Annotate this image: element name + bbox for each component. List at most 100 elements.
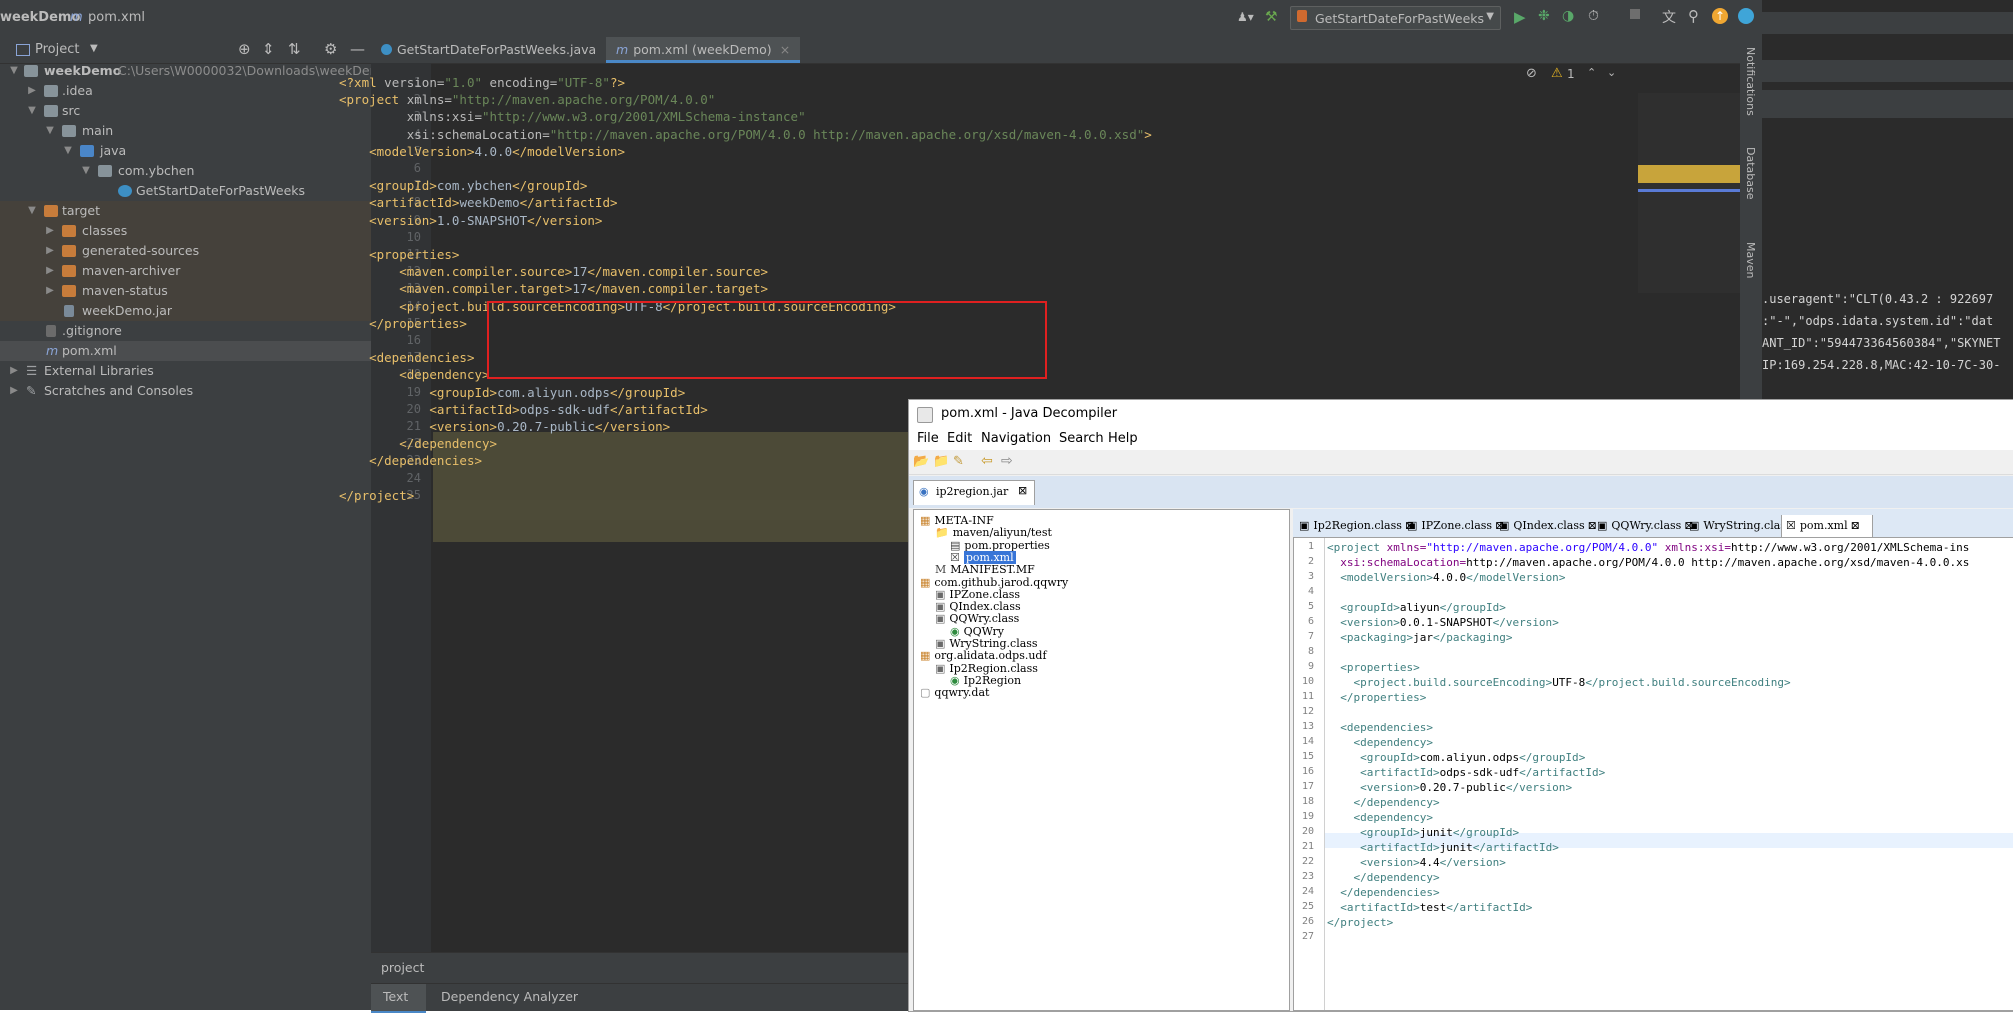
- database-tab[interactable]: Database: [1744, 147, 1757, 200]
- class-tab[interactable]: ☒ pom.xml ⊠: [1781, 515, 1873, 537]
- dependency-highlight-block: [433, 432, 913, 542]
- coverage-icon[interactable]: ◑: [1562, 8, 1574, 24]
- hide-panel-icon[interactable]: —: [350, 40, 365, 58]
- code-line: </dependencies>: [369, 453, 482, 469]
- tab-ip2region-jar[interactable]: ◉ ip2region.jar ⊠: [913, 480, 1035, 505]
- tree-item-pom[interactable]: m pom.xml: [0, 341, 371, 361]
- code-line: <maven.compiler.target>17</maven.compile…: [399, 281, 769, 297]
- search-icon[interactable]: ⚲: [1688, 7, 1699, 25]
- project-view-label[interactable]: Project: [35, 42, 79, 57]
- window-title: pom.xml - Java Decompiler: [941, 406, 1118, 421]
- tab-label: QIndex.class: [1513, 519, 1585, 532]
- package-icon: [98, 165, 112, 177]
- tree-item-maven-status[interactable]: ▶ maven-status: [0, 281, 371, 301]
- tree-item-java[interactable]: ▼ java: [0, 141, 371, 161]
- class-tab[interactable]: ▣ QIndex.class ⊠: [1495, 515, 1597, 537]
- tree-item-package[interactable]: ▼ com.ybchen: [0, 161, 371, 181]
- chevron-down-icon[interactable]: ▼: [90, 43, 98, 54]
- console-band: [1762, 90, 2013, 118]
- class-tab[interactable]: ▣ QQWry.class ⊠: [1593, 515, 1694, 537]
- reader-mode-icon[interactable]: ⊘: [1526, 66, 1537, 81]
- tab-text[interactable]: Text: [371, 984, 426, 1013]
- build-hammer-icon[interactable]: ⚒: [1265, 9, 1278, 25]
- source-line: </dependency>: [1353, 871, 1440, 884]
- toolbar: 📂 📁 ✎ ⇦ ⇨: [909, 450, 2013, 475]
- maven-tab[interactable]: Maven: [1744, 242, 1757, 278]
- plugin-icon[interactable]: [1738, 8, 1754, 24]
- run-icon[interactable]: ▶: [1514, 8, 1526, 26]
- class-tab[interactable]: ▣WryString.class⊠: [1685, 515, 1804, 537]
- tree-item-label: main: [82, 123, 114, 138]
- menu-edit[interactable]: Edit: [947, 431, 972, 446]
- tree-item-classes[interactable]: ▶ classes: [0, 221, 371, 241]
- debug-icon[interactable]: ❉: [1538, 8, 1550, 24]
- tree-item-idea[interactable]: ▶ .idea: [0, 81, 371, 101]
- line-number: 10: [406, 229, 421, 244]
- menu-search[interactable]: Search: [1059, 431, 1104, 446]
- line-number: 11: [1301, 691, 1314, 702]
- tree-item-scratches[interactable]: ▶ ✎ Scratches and Consoles: [0, 381, 371, 401]
- warning-icon[interactable]: ⚠: [1551, 66, 1563, 81]
- class-tab[interactable]: ▣ Ip2Region.class ⊠: [1295, 515, 1414, 537]
- open-type-icon[interactable]: ✎: [953, 454, 964, 469]
- tree-node-icon: ▢: [920, 686, 931, 700]
- chevron-up-icon[interactable]: ⌃: [1587, 66, 1596, 79]
- tree-node-icon: ▦: [920, 514, 931, 527]
- chevron-right-icon: ▶: [46, 225, 54, 236]
- line-number: 26: [1301, 916, 1314, 927]
- translate-icon[interactable]: 文: [1662, 7, 1676, 27]
- collapse-all-icon[interactable]: ⇅: [288, 40, 301, 58]
- jar-tree-item[interactable]: ▢ qqwry.dat: [920, 685, 989, 701]
- tree-item-main[interactable]: ▼ main: [0, 121, 371, 141]
- tree-item-label: java: [100, 143, 127, 158]
- menu-file[interactable]: File: [917, 431, 939, 446]
- profile-icon[interactable]: ⏱: [1588, 8, 1599, 24]
- run-config-select[interactable]: GetStartDateForPastWeeks ▼: [1290, 6, 1501, 30]
- tab-label: pom.xml: [1799, 519, 1848, 532]
- breadcrumb-file[interactable]: pom.xml: [88, 10, 145, 25]
- breadcrumb-project[interactable]: weekDemo: [0, 10, 80, 25]
- tree-item-src[interactable]: ▼ src: [0, 101, 371, 121]
- notifications-tab[interactable]: Notifications: [1744, 47, 1757, 116]
- line-number: 10: [1301, 676, 1314, 687]
- user-icon[interactable]: ♟▾: [1237, 10, 1254, 24]
- chevron-down-icon[interactable]: ⌄: [1607, 66, 1616, 79]
- breadcrumb-element[interactable]: project: [381, 960, 424, 975]
- tree-item-target[interactable]: ▼ target: [0, 201, 371, 221]
- menu-help[interactable]: Help: [1108, 431, 1138, 446]
- tree-item-class[interactable]: GetStartDateForPastWeeks: [0, 181, 371, 201]
- tree-item-weekdemo[interactable]: ▼ weekDemo C:\Users\W0000032\Downloads\w…: [0, 61, 389, 81]
- line-number: 16: [406, 333, 421, 347]
- tree-item-external-libraries[interactable]: ▶ ☰ External Libraries: [0, 361, 371, 381]
- open-file-icon[interactable]: 📂: [913, 454, 929, 469]
- gear-icon[interactable]: ⚙: [324, 40, 337, 58]
- update-icon[interactable]: ↑: [1712, 8, 1728, 24]
- tree-item-gitignore[interactable]: .gitignore: [0, 321, 371, 341]
- locate-icon[interactable]: ⊕: [238, 40, 251, 58]
- tree-item-jar[interactable]: weekDemo.jar: [0, 301, 371, 321]
- tree-item-generated-sources[interactable]: ▶ generated-sources: [0, 241, 371, 261]
- menu-navigation[interactable]: Navigation: [981, 431, 1051, 446]
- back-arrow-icon[interactable]: ⇦: [981, 453, 993, 469]
- chevron-down-icon: ▼: [10, 65, 18, 76]
- tab-java-class[interactable]: GetStartDateForPastWeeks.java×: [371, 37, 625, 63]
- code-minimap[interactable]: [1638, 93, 1743, 293]
- maven-file-icon: m: [616, 42, 629, 57]
- close-icon[interactable]: ⊠: [1851, 519, 1860, 532]
- tree-item-maven-archiver[interactable]: ▶ maven-archiver: [0, 261, 371, 281]
- chevron-down-icon: ▼: [46, 125, 54, 136]
- open-folder-icon[interactable]: 📁: [933, 454, 949, 469]
- tab-pom-xml[interactable]: m pom.xml (weekDemo) ×: [606, 37, 801, 63]
- source-view[interactable]: 1 2 3 4 5 6 7 8 9 10 11 12 13 14 15 16 17 18 19 20 21 22 23 24 2…: [1293, 537, 2013, 1011]
- expand-all-icon[interactable]: ⇕: [262, 40, 275, 58]
- close-icon[interactable]: ⊠: [1018, 484, 1027, 497]
- close-icon[interactable]: ×: [780, 42, 790, 57]
- source-line: <modelVersion>4.0.0</modelVersion>: [1340, 571, 1566, 584]
- stop-icon[interactable]: [1630, 9, 1640, 19]
- tab-dependency-analyzer[interactable]: Dependency Analyzer: [441, 989, 578, 1004]
- class-tab[interactable]: ▣ IPZone.class ⊠: [1403, 515, 1504, 537]
- code-line: <artifactId>odps-sdk-udf</artifactId>: [429, 401, 708, 417]
- code-line: <version>0.20.7-public</version>: [429, 419, 671, 434]
- forward-arrow-icon[interactable]: ⇨: [1001, 453, 1013, 469]
- line-number: 5: [1307, 601, 1314, 612]
